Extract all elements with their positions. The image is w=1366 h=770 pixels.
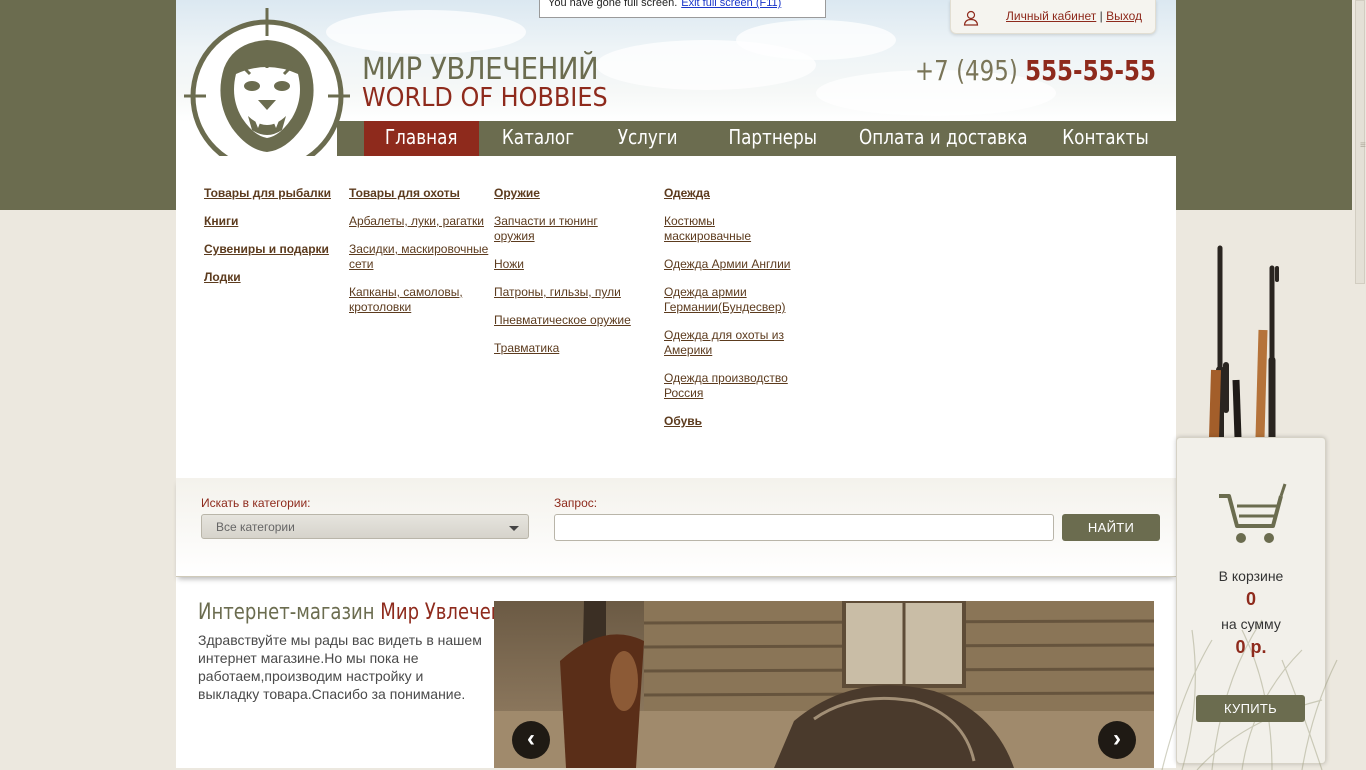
intro-title-part1: Интернет-магазин (198, 600, 375, 625)
menu-item[interactable]: Лодки (204, 270, 339, 285)
cart-sum: 0 р. (1235, 637, 1267, 657)
intro-text: Здравствуйте мы рады вас видеть в нашем … (198, 632, 482, 702)
exit-fullscreen-link[interactable]: Exit full screen (F11) (681, 0, 781, 9)
nav-partners[interactable]: Партнеры (703, 121, 843, 156)
link-separator: | (1099, 9, 1103, 23)
search-panel: Искать в категории: Все категории Запрос… (176, 478, 1176, 577)
menu-item[interactable]: Книги (204, 214, 339, 229)
category-select[interactable]: Все категории (201, 514, 529, 539)
cart-sum-label: на сумму (1221, 616, 1281, 632)
menu-item[interactable]: Обувь (664, 414, 796, 429)
slider-photo (494, 601, 1154, 768)
menu-column-4: Одежда Костюмы маскировачные Одежда Арми… (664, 186, 796, 442)
menu-item[interactable]: Пневматическое оружие (494, 313, 634, 328)
search-button[interactable]: НАЙТИ (1062, 514, 1160, 541)
logout-link[interactable]: Выход (1106, 9, 1142, 23)
search-input[interactable] (554, 514, 1054, 541)
buy-button[interactable]: КУПИТЬ (1196, 695, 1305, 722)
fullscreen-message: You have gone full screen. (548, 0, 678, 9)
tiger-logo-icon[interactable] (184, 8, 350, 174)
menu-item[interactable]: Сувениры и подарки (204, 242, 339, 257)
menu-item[interactable]: Запчасти и тюнинг оружия (494, 214, 634, 244)
user-icon (963, 10, 979, 26)
nav-payment-delivery[interactable]: Оплата и доставка (843, 121, 1039, 156)
cart-widget: В корзине 0 на сумму 0 р. КУПИТЬ (1161, 437, 1338, 770)
menu-item[interactable]: Товары для рыбалки (204, 186, 339, 201)
account-box: Личный кабинет | Выход (950, 0, 1156, 34)
menu-item[interactable]: Одежда (664, 186, 796, 201)
slider-prev-button[interactable]: ‹ (512, 721, 550, 759)
category-label: Искать в категории: (201, 496, 311, 510)
cart-count: 0 (1245, 589, 1256, 609)
menu-item[interactable]: Одежда Армии Англии (664, 257, 796, 272)
menu-item[interactable]: Ножи (494, 257, 634, 272)
catalog-menu: Товары для рыбалки Книги Сувениры и пода… (176, 156, 1176, 478)
menu-item[interactable]: Костюмы маскировачные (664, 214, 796, 244)
image-slider: ‹ › (494, 601, 1154, 768)
menu-item[interactable]: Одежда армии Германии(Бундесвер) (664, 285, 796, 315)
phone-digits: 555-55-55 (1025, 54, 1156, 87)
page-container: МИР УВЛЕЧЕНИЙ WORLD OF HOBBIES +7 (495) … (176, 0, 1176, 768)
query-label: Запрос: (554, 496, 598, 510)
brand-name-en: WORLD OF HOBBIES (362, 83, 608, 113)
chevron-down-icon (509, 526, 519, 531)
nav-home[interactable]: Главная (364, 121, 479, 156)
main-nav: Главная Каталог Услуги Партнеры Оплата и… (337, 121, 1176, 156)
nav-catalog[interactable]: Каталог (483, 121, 593, 156)
page-scrollbar[interactable]: ≡ (1352, 0, 1366, 768)
menu-item[interactable]: Капканы, самоловы, кротоловки (349, 285, 494, 315)
menu-column-1: Товары для рыбалки Книги Сувениры и пода… (204, 186, 339, 298)
phone-prefix: +7 (495) (914, 54, 1018, 87)
slider-next-button[interactable]: › (1098, 721, 1136, 759)
nav-contacts[interactable]: Контакты (1039, 121, 1171, 156)
menu-item[interactable]: Травматика (494, 341, 634, 356)
menu-item[interactable]: Арбалеты, луки, рагатки (349, 214, 494, 229)
grip-icon: ≡ (1360, 140, 1366, 151)
shopping-cart-icon[interactable] (1217, 482, 1287, 546)
menu-item[interactable]: Засидки, маскировочные сети (349, 242, 494, 272)
fullscreen-notice: You have gone full screen. Exit full scre… (539, 0, 826, 18)
cart-label: В корзине (1218, 568, 1284, 584)
brand-name-ru: МИР УВЛЕЧЕНИЙ (362, 52, 599, 87)
menu-column-2: Товары для охоты Арбалеты, луки, рагатки… (349, 186, 494, 328)
category-select-value: Все категории (216, 520, 295, 534)
menu-item[interactable]: Товары для охоты (349, 186, 494, 201)
nav-services[interactable]: Услуги (593, 121, 703, 156)
menu-item[interactable]: Одежда для охоты из Америки (664, 328, 796, 358)
account-link[interactable]: Личный кабинет (1006, 9, 1096, 23)
menu-item[interactable]: Одежда производство Россия (664, 371, 796, 401)
intro-title: Интернет-магазин Мир Увлечений (198, 600, 526, 625)
phone-number: +7 (495) 555-55-55 (915, 54, 1156, 87)
menu-item[interactable]: Оружие (494, 186, 634, 201)
scrollbar-thumb[interactable]: ≡ (1355, 0, 1366, 284)
menu-column-3: Оружие Запчасти и тюнинг оружия Ножи Пат… (494, 186, 634, 369)
menu-item[interactable]: Патроны, гильзы, пули (494, 285, 634, 300)
